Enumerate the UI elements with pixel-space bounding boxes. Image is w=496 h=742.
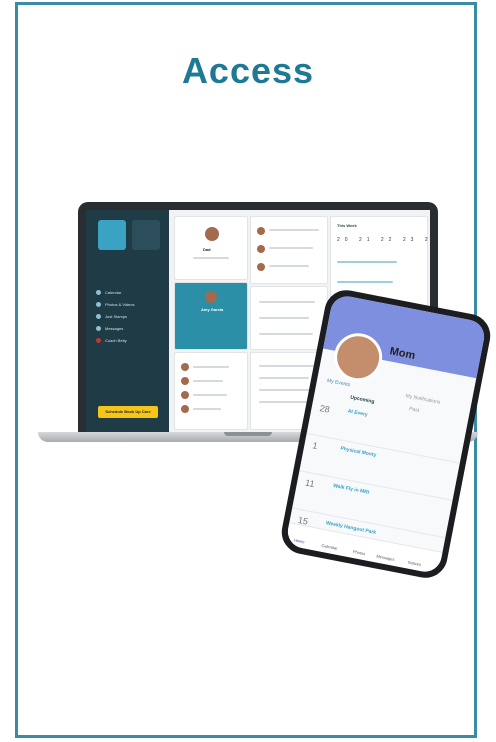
week-title: This Week <box>337 223 357 228</box>
nav-home[interactable]: Home <box>294 537 305 544</box>
nav-notices[interactable]: Notices <box>407 560 421 567</box>
profile-name: Dad <box>203 247 211 252</box>
page-title: Access <box>181 50 315 91</box>
photo-icon <box>96 302 101 308</box>
tab-my-events[interactable]: My Events <box>327 378 351 388</box>
coach-avatar <box>205 291 217 303</box>
filter-past[interactable]: Past <box>409 406 420 414</box>
contacts-panel <box>174 352 248 430</box>
coach-name: Amy Garcia <box>201 307 224 312</box>
schedule-button[interactable]: Schedule Book Up Care <box>98 406 158 418</box>
message-icon <box>96 326 101 332</box>
laptop-notch <box>224 432 272 436</box>
sidebar-item-calendar[interactable]: Calendar <box>96 290 121 296</box>
nav-calendar[interactable]: Calendar <box>321 543 338 551</box>
sidebar-item-messages[interactable]: Messages <box>96 326 123 332</box>
tab-notifications[interactable]: My Notifications <box>405 393 441 406</box>
sidebar: Calendar Photos & Videos Just Stamps Mes… <box>86 210 169 432</box>
nav-photos[interactable]: Photos <box>353 549 366 556</box>
nav-messages[interactable]: Messages <box>376 553 395 561</box>
calendar-icon <box>96 290 101 296</box>
sidebar-item-stamps[interactable]: Just Stamps <box>96 314 127 320</box>
profile-card-active[interactable] <box>98 220 126 250</box>
stamp-icon <box>96 314 101 320</box>
profile-panel: Dad <box>174 216 248 280</box>
week-days: 20 21 22 23 24 25 26 <box>337 237 430 243</box>
avatar <box>205 227 219 241</box>
profile-card[interactable] <box>132 220 160 250</box>
coach-panel: Amy Garcia <box>174 282 248 350</box>
sidebar-item-coach[interactable]: Coach Betty <box>96 338 127 344</box>
tasks-panel <box>250 286 328 350</box>
coach-icon <box>96 338 101 344</box>
sidebar-item-photos[interactable]: Photos & Videos <box>96 302 135 308</box>
notifications-panel <box>250 216 328 284</box>
